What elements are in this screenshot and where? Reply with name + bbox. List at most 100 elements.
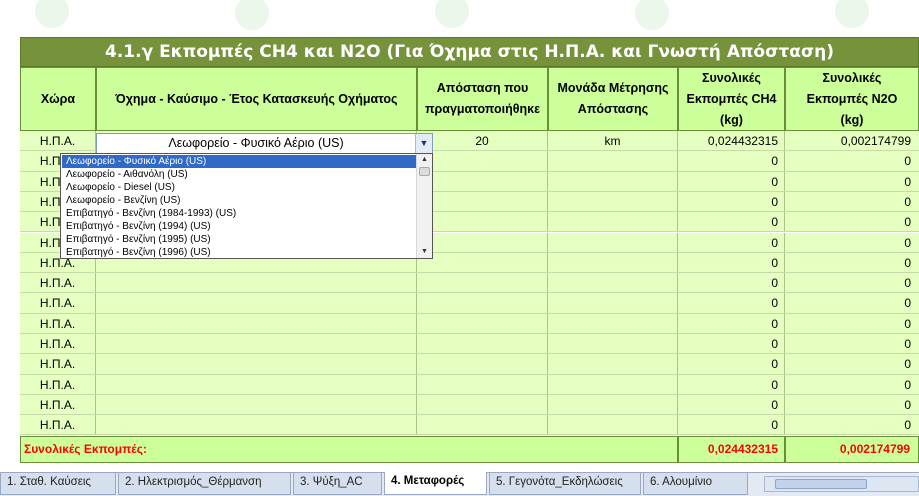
cell-distance[interactable] [417,232,548,252]
sheet-tab[interactable]: 4. Μεταφορές [384,472,487,495]
cell-country[interactable]: Η.Π.Α. [20,394,96,415]
cell-vehicle[interactable] [96,293,417,313]
cell-n2o[interactable]: 0 [785,334,919,354]
header-unit[interactable]: Μονάδα Μέτρησης Απόστασης [548,67,678,131]
header-distance[interactable]: Απόσταση που πραγματοποιήθηκε [417,67,548,131]
cell-distance[interactable] [417,313,548,333]
cell-n2o[interactable]: 0 [785,293,919,313]
cell-vehicle[interactable] [96,415,417,435]
sheet-tab[interactable]: 2. Ηλεκτρισμός_Θέρμανση [118,473,291,495]
cell-country[interactable]: Η.Π.Α. [20,374,96,394]
sheet-tab[interactable]: 1. Σταθ. Καύσεις [0,473,116,495]
horizontal-scrollbar[interactable] [764,476,919,492]
cell-n2o[interactable]: 0 [785,374,919,394]
cell-ch4[interactable]: 0 [678,273,785,293]
cell-distance[interactable] [417,415,548,435]
cell-unit[interactable] [548,252,678,273]
header-n2o-emissions[interactable]: Συνολικές Εκπομπές N2O (kg) [785,67,919,131]
cell-ch4[interactable]: 0 [678,394,785,415]
cell-distance[interactable] [417,191,548,212]
cell-ch4[interactable]: 0,024432315 [678,131,785,151]
header-country[interactable]: Χώρα [20,67,96,131]
cell-unit[interactable] [548,151,678,171]
cell-unit[interactable] [548,293,678,313]
dropdown-option[interactable]: Επιβατηγό - Βενζίνη (1994) (US) [62,220,417,233]
cell-distance[interactable] [417,273,548,293]
dropdown-scrollbar[interactable]: ▲ ▼ [416,154,432,258]
cell-unit[interactable] [548,354,678,374]
cell-ch4[interactable]: 0 [678,191,785,212]
dropdown-option[interactable]: Λεωφορείο - Diesel (US) [62,181,417,194]
cell-n2o[interactable]: 0 [785,212,919,232]
cell-country[interactable]: Η.Π.Α. [20,334,96,354]
cell-n2o[interactable]: 0 [785,415,919,435]
cell-unit[interactable] [548,334,678,354]
cell-unit[interactable] [548,212,678,232]
sheet-tab[interactable]: 5. Γεγονότα_Εκδηλώσεις [489,473,641,495]
cell-country[interactable]: Η.Π.Α. [20,273,96,293]
cell-distance[interactable] [417,354,548,374]
cell-distance[interactable] [417,293,548,313]
scroll-up-icon[interactable]: ▲ [417,154,432,166]
cell-unit[interactable] [548,394,678,415]
cell-ch4[interactable]: 0 [678,354,785,374]
cell-n2o[interactable]: 0 [785,354,919,374]
cell-ch4[interactable]: 0 [678,415,785,435]
cell-ch4[interactable]: 0 [678,232,785,252]
totals-label[interactable]: Συνολικές Εκπομπές: [20,436,678,463]
total-ch4[interactable]: 0,024432315 [678,436,785,463]
cell-distance[interactable] [417,212,548,232]
cell-n2o[interactable]: 0 [785,252,919,273]
cell-distance[interactable] [417,374,548,394]
cell-distance[interactable] [417,151,548,171]
cell-vehicle[interactable] [96,394,417,415]
cell-unit[interactable] [548,171,678,191]
cell-ch4[interactable]: 0 [678,334,785,354]
dropdown-option[interactable]: Λεωφορείο - Φυσικό Αέριο (US) [62,155,417,168]
cell-n2o[interactable]: 0 [785,313,919,333]
cell-unit[interactable] [548,191,678,212]
cell-vehicle[interactable] [96,334,417,354]
cell-ch4[interactable]: 0 [678,252,785,273]
cell-country[interactable]: Η.Π.Α. [20,313,96,333]
cell-n2o[interactable]: 0,002174799 [785,131,919,151]
cell-unit[interactable]: km [548,131,678,151]
cell-country[interactable]: Η.Π.Α. [20,293,96,313]
dropdown-option[interactable]: Λεωφορείο - Βενζίνη (US) [62,194,417,207]
cell-ch4[interactable]: 0 [678,313,785,333]
header-ch4-emissions[interactable]: Συνολικές Εκπομπές CH4 (kg) [678,67,785,131]
cell-n2o[interactable]: 0 [785,171,919,191]
chevron-down-icon[interactable]: ▼ [415,134,432,153]
header-vehicle[interactable]: Όχημα - Καύσιμο - Έτος Κατασκευής Οχήματ… [96,67,417,131]
cell-vehicle[interactable] [96,354,417,374]
cell-distance[interactable] [417,171,548,191]
cell-country[interactable]: Η.Π.Α. [20,354,96,374]
horizontal-scroll-thumb[interactable] [775,479,867,489]
dropdown-option[interactable]: Επιβατηγό - Βενζίνη (1996) (US) [62,246,417,258]
cell-vehicle[interactable] [96,313,417,333]
cell-distance[interactable] [417,394,548,415]
cell-n2o[interactable]: 0 [785,191,919,212]
cell-unit[interactable] [548,374,678,394]
cell-unit[interactable] [548,273,678,293]
dropdown-option[interactable]: Λεωφορείο - Αιθανόλη (US) [62,168,417,181]
cell-ch4[interactable]: 0 [678,293,785,313]
scroll-down-icon[interactable]: ▼ [417,246,432,258]
total-n2o[interactable]: 0,002174799 [785,436,919,463]
sheet-tab[interactable]: 6. Αλουμίνιο [643,473,748,495]
vehicle-combo-box[interactable]: Λεωφορείο - Φυσικό Αέριο (US) ▼ [96,133,433,154]
dropdown-option[interactable]: Επιβατηγό - Βενζίνη (1995) (US) [62,233,417,246]
cell-distance[interactable] [417,334,548,354]
sheet-tab[interactable]: 3. Ψύξη_AC [293,473,382,495]
cell-unit[interactable] [548,232,678,252]
cell-n2o[interactable]: 0 [785,394,919,415]
vehicle-dropdown-list[interactable]: Λεωφορείο - Φυσικό Αέριο (US) Λεωφορείο -… [60,153,433,259]
cell-ch4[interactable]: 0 [678,374,785,394]
cell-unit[interactable] [548,415,678,435]
cell-distance[interactable]: 20 [417,131,548,151]
cell-n2o[interactable]: 0 [785,273,919,293]
cell-distance[interactable] [417,252,548,273]
dropdown-option[interactable]: Επιβατηγό - Βενζίνη (1984-1993) (US) [62,207,417,220]
cell-n2o[interactable]: 0 [785,151,919,171]
cell-n2o[interactable]: 0 [785,232,919,252]
